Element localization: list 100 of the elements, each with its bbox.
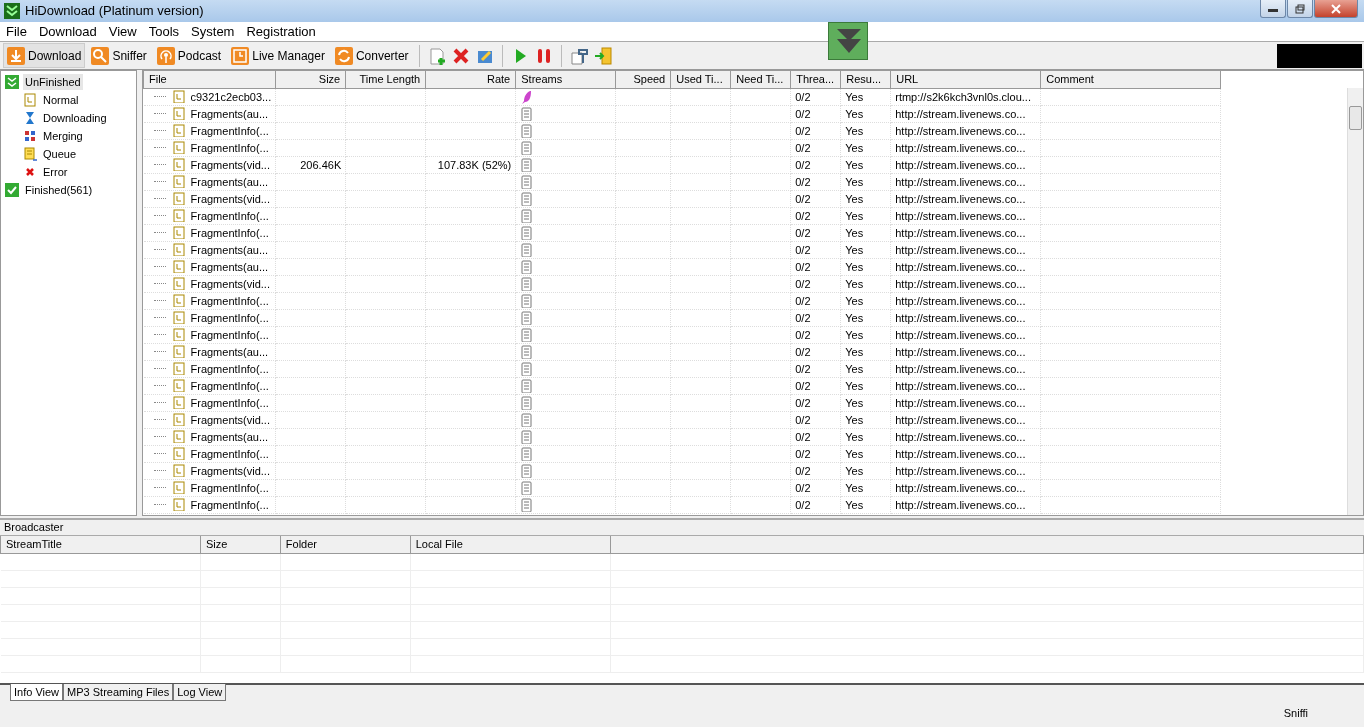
- view-tab[interactable]: Info View: [10, 683, 64, 701]
- file-icon: [171, 413, 185, 426]
- toolbar-tab[interactable]: Download: [3, 43, 86, 68]
- column-header[interactable]: Size: [200, 536, 281, 553]
- column-header[interactable]: Comment: [1040, 71, 1221, 88]
- document-icon: [520, 344, 534, 359]
- column-header[interactable]: Rate: [425, 71, 516, 88]
- file-name: FragmentInfo(...: [190, 123, 269, 138]
- toolbar-tab[interactable]: Converter: [330, 43, 413, 68]
- rate-text: 107.83K (52%): [437, 158, 512, 171]
- threads-text: 0/2: [795, 345, 811, 358]
- url-text: http://stream.livenews.co...: [895, 192, 1026, 205]
- resume-text: Yes: [845, 243, 864, 256]
- file-name: FragmentInfo(...: [190, 208, 269, 223]
- file-name: Fragments(au...: [190, 242, 269, 257]
- close-icon: [1331, 3, 1341, 14]
- menu-item[interactable]: View: [102, 21, 143, 42]
- column-header[interactable]: File: [143, 71, 276, 88]
- file-icon: [171, 243, 185, 256]
- threads-text: 0/2: [795, 328, 811, 341]
- column-header[interactable]: Streams: [515, 71, 616, 88]
- file-name: FragmentInfo(...: [190, 361, 269, 376]
- tree-item[interactable]: Error: [41, 163, 70, 181]
- resume-text: Yes: [845, 226, 864, 239]
- url-text: http://stream.livenews.co...: [895, 175, 1026, 188]
- menu-item[interactable]: Tools: [142, 21, 186, 42]
- document-icon: [520, 259, 534, 274]
- file-icon: [171, 447, 185, 460]
- document-icon: [520, 293, 534, 308]
- scroll-thumb[interactable]: [1349, 106, 1362, 130]
- tree-item[interactable]: Finished(561): [23, 181, 95, 199]
- toolbar-tab[interactable]: Live Manager: [227, 43, 329, 68]
- column-header[interactable]: Resu...: [840, 71, 891, 88]
- threads-text: 0/2: [795, 379, 811, 392]
- threads-text: 0/2: [795, 362, 811, 375]
- url-text: http://stream.livenews.co...: [895, 158, 1026, 171]
- document-icon: [520, 174, 534, 189]
- view-tab[interactable]: MP3 Streaming Files: [63, 683, 174, 701]
- menu-item[interactable]: File: [0, 21, 33, 42]
- document-icon: [520, 140, 534, 155]
- column-header[interactable]: Used Ti...: [670, 71, 731, 88]
- toolbar-tab[interactable]: Podcast: [152, 43, 226, 68]
- close-button[interactable]: [1314, 0, 1358, 18]
- document-icon: [520, 310, 534, 325]
- column-header[interactable]: Size: [275, 71, 346, 88]
- threads-text: 0/2: [795, 226, 811, 239]
- document-icon: [520, 463, 534, 478]
- tree-item[interactable]: Merging: [41, 127, 85, 145]
- file-name: FragmentInfo(...: [190, 310, 269, 325]
- resume-text: Yes: [845, 209, 864, 222]
- column-header[interactable]: StreamTitle: [0, 536, 201, 553]
- app-logo-icon: [4, 3, 20, 19]
- document-icon: [520, 208, 534, 223]
- feather-icon: [520, 89, 534, 104]
- scrollbar[interactable]: [1347, 88, 1363, 515]
- file-name: FragmentInfo(...: [190, 395, 269, 410]
- hourglass-icon: [23, 111, 37, 125]
- minimize-button[interactable]: [1260, 0, 1286, 18]
- file-name: Fragments(au...: [190, 174, 269, 189]
- column-header[interactable]: Threa...: [790, 71, 841, 88]
- column-header[interactable]: Folder: [280, 536, 411, 553]
- file-name: Fragments(au...: [190, 106, 269, 121]
- column-header[interactable]: Speed: [615, 71, 671, 88]
- toolbar-tab[interactable]: Sniffer: [87, 43, 151, 68]
- tree-item[interactable]: Downloading: [41, 109, 109, 127]
- resume-text: Yes: [845, 413, 864, 426]
- document-icon: [520, 480, 534, 495]
- resume-text: Yes: [845, 260, 864, 273]
- tree-item[interactable]: Queue: [41, 145, 79, 163]
- document-icon: [520, 497, 534, 512]
- resume-text: Yes: [845, 277, 864, 290]
- document-icon: [520, 191, 534, 206]
- url-text: http://stream.livenews.co...: [895, 141, 1026, 154]
- tree-item[interactable]: UnFinished: [23, 73, 83, 91]
- column-header[interactable]: URL: [890, 71, 1041, 88]
- size-text: 206.46K: [300, 158, 342, 171]
- list-icon: [23, 147, 37, 161]
- file-icon: [171, 107, 185, 120]
- file-name: FragmentInfo(...: [190, 480, 269, 495]
- arrows-down-icon: [5, 75, 19, 89]
- column-header[interactable]: Time Length: [345, 71, 426, 88]
- document-icon: [520, 225, 534, 240]
- threads-text: 0/2: [795, 243, 811, 256]
- file-icon: [171, 158, 185, 171]
- column-header[interactable]: Need Ti...: [730, 71, 791, 88]
- column-header[interactable]: Local File: [410, 536, 611, 553]
- file-icon: [171, 464, 185, 477]
- document-icon: [520, 361, 534, 376]
- document-icon: [520, 276, 534, 291]
- file-icon: [171, 175, 185, 188]
- threads-text: 0/2: [795, 260, 811, 273]
- tree-item[interactable]: Normal: [41, 91, 81, 109]
- threads-text: 0/2: [795, 396, 811, 409]
- menu-item[interactable]: Download: [32, 21, 103, 42]
- threads-text: 0/2: [795, 141, 811, 154]
- file-icon: [171, 260, 185, 273]
- menu-item[interactable]: Registration: [240, 21, 322, 42]
- restore-button[interactable]: [1287, 0, 1313, 18]
- view-tab[interactable]: Log View: [173, 683, 227, 701]
- menu-item[interactable]: System: [185, 21, 241, 42]
